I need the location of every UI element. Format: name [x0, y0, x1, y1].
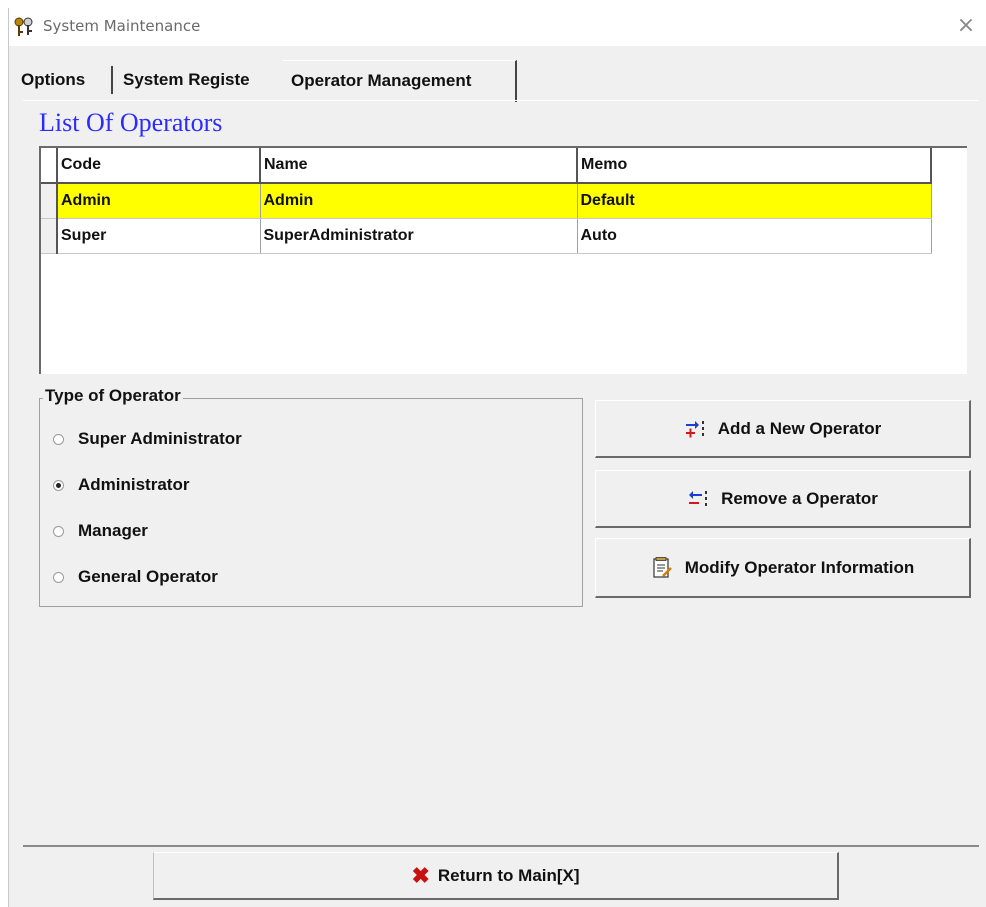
remove-operator-icon [689, 490, 708, 506]
modify-operator-button[interactable]: Modify Operator Information [595, 538, 971, 598]
modify-operator-label: Modify Operator Information [684, 557, 915, 577]
cell-memo: Auto [577, 218, 932, 254]
radio-label: Administrator [78, 475, 190, 494]
title-bar: System Maintenance × [9, 8, 986, 46]
tab-system-registe[interactable]: System Registe [117, 60, 256, 100]
red-x-icon: ✖ [411, 862, 430, 888]
row-indicator [41, 218, 58, 254]
tab-strip: Options System Registe Operator Manageme… [15, 60, 535, 102]
row-indicator [41, 148, 58, 184]
radio-label: Super Administrator [78, 429, 242, 448]
radio-button[interactable] [53, 433, 64, 445]
radio-label: General Operator [78, 567, 218, 586]
operator-type-title: Type of Operator [43, 386, 183, 406]
cell-name: Admin [260, 183, 578, 219]
cell-memo: Default [577, 183, 932, 219]
list-of-operators-title: List Of Operators [39, 108, 223, 137]
radio-button[interactable] [53, 571, 64, 583]
modify-document-icon [653, 556, 672, 578]
remove-operator-label: Remove a Operator [721, 488, 878, 508]
table-row[interactable]: Admin Admin Default [41, 183, 932, 219]
operators-grid[interactable]: Code Name Memo Admin Admin Default Super… [39, 146, 967, 374]
column-header-name[interactable]: Name [260, 148, 578, 184]
return-to-main-label: Return to Main[X] [437, 865, 580, 885]
radio-label: Manager [78, 521, 148, 540]
add-operator-button[interactable]: Add a New Operator [595, 400, 971, 458]
table-row[interactable]: Super SuperAdministrator Auto [41, 218, 932, 254]
close-button[interactable]: × [955, 15, 977, 37]
window-title: System Maintenance [43, 17, 201, 35]
operators-table: Code Name Memo Admin Admin Default Super… [41, 148, 932, 254]
table-header-row: Code Name Memo [41, 148, 932, 184]
return-to-main-button[interactable]: ✖ Return to Main[X] [153, 852, 839, 900]
remove-operator-button[interactable]: Remove a Operator [595, 470, 971, 528]
add-operator-icon [685, 420, 704, 437]
row-indicator [41, 183, 58, 219]
column-header-memo[interactable]: Memo [577, 148, 932, 184]
cell-code: Super [57, 218, 261, 254]
tab-operator-management[interactable]: Operator Management [283, 60, 517, 102]
radio-manager[interactable]: Manager [53, 518, 148, 544]
radio-administrator[interactable]: Administrator [53, 472, 189, 498]
radio-button[interactable] [53, 479, 64, 491]
tab-separator [111, 66, 113, 94]
radio-general-operator[interactable]: General Operator [53, 564, 218, 590]
column-header-code[interactable]: Code [57, 148, 261, 184]
tab-options[interactable]: Options [15, 60, 91, 100]
radio-super-administrator[interactable]: Super Administrator [53, 426, 242, 452]
system-maintenance-window: System Maintenance × Options System Regi… [8, 8, 986, 907]
add-operator-label: Add a New Operator [717, 418, 882, 438]
cell-code: Admin [57, 183, 261, 219]
keys-icon [14, 17, 33, 36]
cell-name: SuperAdministrator [260, 218, 578, 254]
radio-button[interactable] [53, 525, 64, 537]
